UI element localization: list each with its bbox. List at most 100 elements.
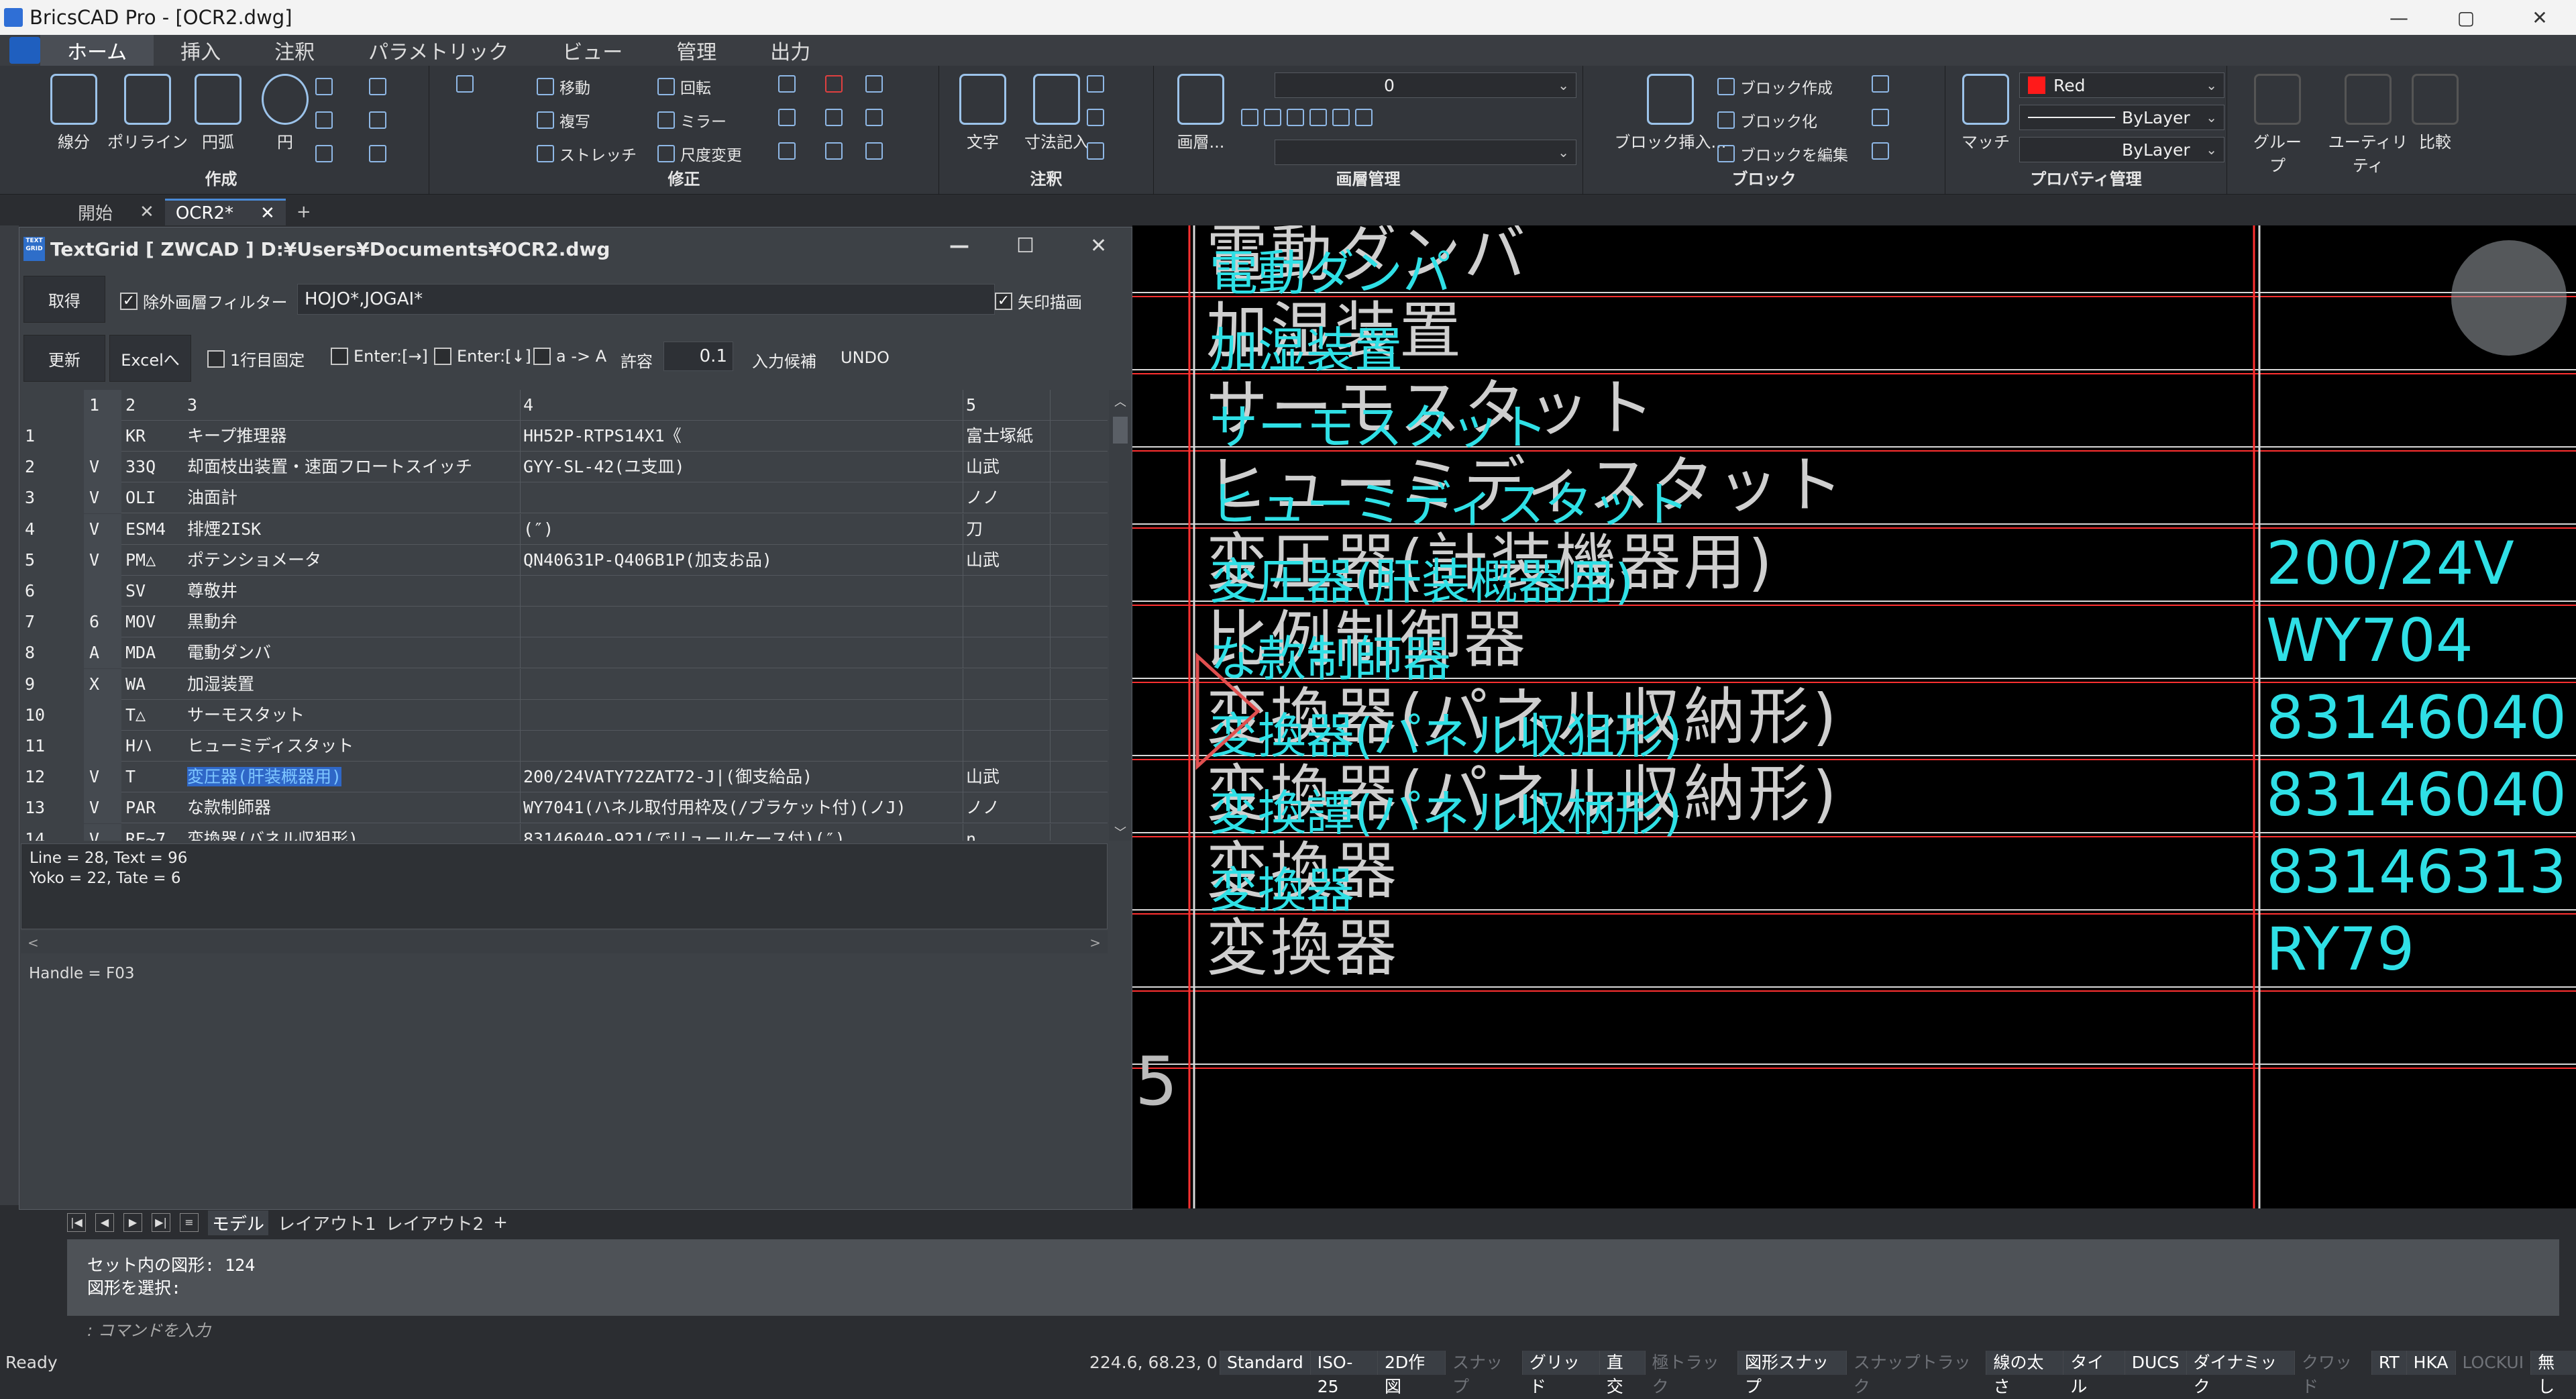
tab-output[interactable]: 出力 (743, 35, 837, 66)
lineweight-select[interactable]: ByLayer ⌄ (2019, 137, 2224, 162)
circle-button[interactable]: 円 (248, 74, 322, 152)
block-attr-button[interactable] (1872, 75, 1889, 93)
scroll-down-icon[interactable]: ﹀ (1114, 823, 1126, 841)
grid-cell[interactable] (1050, 513, 1108, 545)
grid-cell[interactable] (1050, 792, 1108, 824)
status-toggle[interactable]: LOCKUI (2455, 1351, 2531, 1375)
drawing-text-right[interactable]: 83146040 (2266, 760, 2567, 829)
status-toggle[interactable]: Standard (1220, 1351, 1310, 1375)
grid-cell[interactable] (963, 576, 1050, 607)
grid-cell[interactable] (1050, 637, 1108, 669)
trim-button[interactable] (778, 75, 796, 93)
tab-home[interactable]: ホーム (40, 35, 154, 66)
tab-parametric[interactable]: パラメトリック (341, 35, 535, 66)
grid-cell[interactable]: 8 (21, 637, 84, 669)
grid-cell[interactable]: 黒動弁 (184, 607, 520, 637)
status-toggle[interactable]: RT (2371, 1351, 2406, 1375)
excel-button[interactable]: Excelへ (109, 335, 191, 382)
grid-cell[interactable]: 2 (21, 452, 84, 483)
grid-cell[interactable]: ノノ (963, 482, 1050, 514)
grid-row[interactable]: 2 V 33Q 却面枝出装置・速面フロートスイッチ GYY-SL-42(ユ支皿) 山武 (21, 452, 1108, 483)
grid-cell[interactable]: 却面枝出装置・速面フロートスイッチ (184, 452, 520, 482)
tab-view[interactable]: ビュー (535, 35, 649, 66)
grid-cell[interactable]: ESM4 (121, 514, 184, 545)
block-edit-button[interactable]: ブロックを編集 (1717, 142, 1848, 165)
status-toggle[interactable]: スナップトラック (1845, 1351, 1986, 1396)
grid-row[interactable]: 10 T△ サーモスタット (21, 699, 1108, 731)
grid-cell[interactable]: HH52P-RTPS14X1《 (520, 421, 963, 452)
grid-cell[interactable] (84, 731, 121, 762)
tab-manage[interactable]: 管理 (649, 35, 743, 66)
grid-cell[interactable]: WY7041(ハネル取付用枠及(/ブラケット付)(ノJ) (520, 792, 963, 824)
textgrid-close-button[interactable]: ✕ (1090, 234, 1107, 258)
mirror-button[interactable]: ミラー (657, 109, 727, 132)
grid-cell[interactable]: 6 (84, 607, 121, 638)
close-icon[interactable]: ✕ (260, 203, 275, 223)
text-grid-table[interactable]: 1 2 3 4 5 1 KR キープ推理器 HH52P-RTPS14X1《 富士塚紙 2 V 33Q 却面… (21, 390, 1108, 841)
block-blockify-button[interactable]: ブロック化 (1717, 109, 1817, 132)
grid-cell[interactable] (1050, 699, 1108, 731)
grid-cell[interactable]: 13 (21, 792, 84, 824)
grid-column-header[interactable]: 5 (963, 390, 1050, 421)
status-toggle[interactable]: 極トラック (1644, 1351, 1737, 1396)
explode-button[interactable] (825, 109, 843, 126)
polyline-button[interactable]: ポリライン (107, 74, 188, 152)
enter-right-checkbox[interactable]: Enter:[→] (331, 347, 428, 366)
grid-vertical-scrollbar[interactable]: ︿ ﹀ (1109, 390, 1132, 841)
grid-cell[interactable]: 12 (21, 762, 84, 793)
grid-cell[interactable]: 83146040-921(でリュールケース付)(″) (520, 823, 963, 841)
grid-cell[interactable] (1050, 576, 1108, 607)
grid-cell[interactable]: 3 (21, 482, 84, 514)
navigation-wheel-icon[interactable] (2451, 240, 2567, 356)
drawing-text-right[interactable]: RY79 (2266, 915, 2414, 984)
grid-cell[interactable]: MDA (121, 637, 184, 668)
grid-cell[interactable] (84, 699, 121, 731)
edit-button[interactable] (865, 75, 883, 93)
grid-cell[interactable]: V (84, 544, 121, 576)
join-button[interactable] (825, 142, 843, 160)
grid-cell[interactable]: KR (121, 421, 184, 452)
grid-cell[interactable] (520, 607, 963, 638)
grid-cell[interactable] (520, 576, 963, 607)
block-explode-button[interactable] (1872, 142, 1889, 160)
grid-cell[interactable] (963, 668, 1050, 700)
grid-cell[interactable] (1050, 731, 1108, 762)
cloud-button[interactable] (369, 145, 386, 162)
grid-cell[interactable]: (″) (520, 513, 963, 545)
grid-cell[interactable] (963, 637, 1050, 669)
grid-cell[interactable] (963, 607, 1050, 638)
grid-cell[interactable]: 11 (21, 731, 84, 762)
grid-cell[interactable]: サーモスタット (184, 700, 520, 731)
grid-cell[interactable]: WA (121, 669, 184, 700)
grid-cell[interactable]: ポテンショメータ (184, 545, 520, 576)
grid-cell[interactable] (1050, 823, 1108, 841)
grid-cell[interactable] (520, 731, 963, 762)
block-insert-button[interactable]: ブロック挿入... (1610, 74, 1731, 152)
minimize-button[interactable]: — (2371, 0, 2427, 35)
grid-cell[interactable]: n (963, 823, 1050, 841)
grid-cell[interactable] (1050, 544, 1108, 576)
grid-cell[interactable]: 1 (21, 421, 84, 452)
grid-row[interactable]: 1 KR キープ推理器 HH52P-RTPS14X1《 富士塚紙 (21, 421, 1108, 452)
group-button[interactable]: グループ (2247, 74, 2308, 176)
scroll-right-icon[interactable]: > (1089, 935, 1101, 951)
block-replace-button[interactable] (1872, 109, 1889, 126)
copy-button[interactable]: 複写 (537, 109, 590, 132)
scroll-up-icon[interactable]: ︿ (1114, 393, 1126, 410)
grid-cell[interactable] (963, 699, 1050, 731)
tab-model[interactable]: モデル (208, 1210, 269, 1235)
drawing-text-ocr[interactable]: 加湿装置 (1210, 322, 1403, 378)
spline-button[interactable] (315, 111, 333, 129)
grid-row[interactable]: 6 SV 尊敬井 (21, 576, 1108, 607)
tolerance-input[interactable]: 0.1 (663, 342, 733, 371)
grid-cell[interactable] (520, 668, 963, 700)
status-toggle[interactable]: スナップ (1444, 1351, 1522, 1396)
grid-cell[interactable]: SV (121, 576, 184, 607)
grid-cell[interactable]: MOV (121, 607, 184, 637)
copy-clip-button[interactable] (456, 75, 474, 93)
grid-column-header[interactable] (21, 390, 84, 421)
fillet-button[interactable] (778, 109, 796, 126)
drawing-text-ocr[interactable]: な款制師器 (1210, 631, 1451, 687)
tab-start[interactable]: 開始 ✕ (67, 199, 165, 225)
scroll-thumb[interactable] (1113, 417, 1128, 444)
